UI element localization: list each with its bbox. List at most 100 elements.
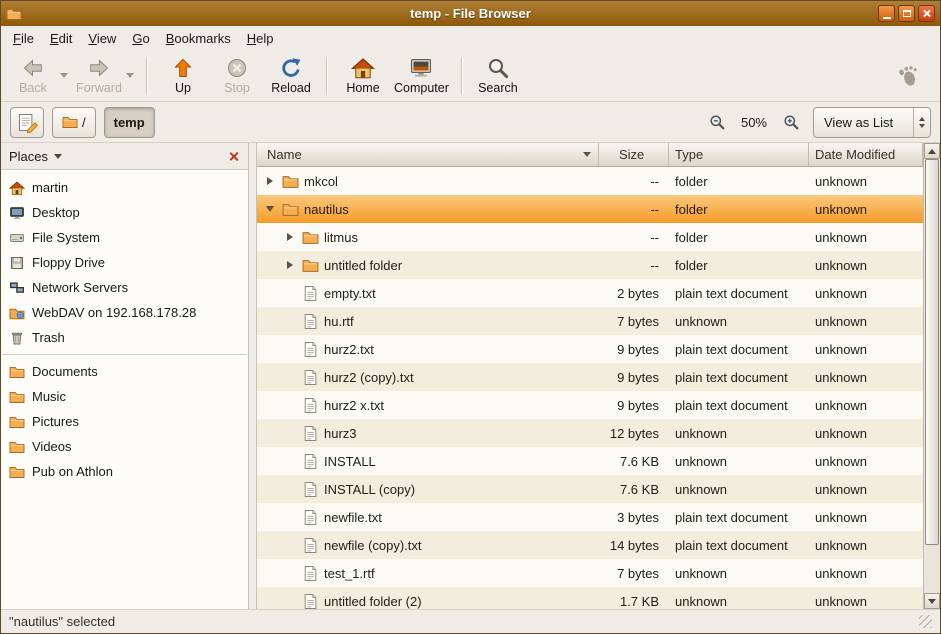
close-button[interactable] (918, 5, 935, 22)
column-header-size-label: Size (619, 147, 644, 162)
scroll-down-button[interactable] (924, 593, 940, 609)
file-row-hurz2-x-txt[interactable]: hurz2 x.txt 9 bytes plain text document … (257, 391, 923, 419)
drive-icon (9, 230, 25, 246)
edit-location-button[interactable] (10, 107, 44, 138)
column-header-type[interactable]: Type (669, 143, 809, 166)
expander-icon[interactable] (263, 177, 277, 185)
file-name-cell: hu.rtf (257, 307, 599, 335)
places-close-button[interactable] (225, 147, 244, 166)
vertical-scrollbar[interactable] (923, 143, 940, 609)
column-header-modified[interactable]: Date Modified (809, 143, 923, 166)
file-size: -- (599, 223, 669, 251)
file-row-install-copy[interactable]: INSTALL (copy) 7.6 KB unknown unknown (257, 475, 923, 503)
zoom-in-button[interactable] (781, 112, 801, 132)
forward-dropdown-icon[interactable] (126, 73, 134, 78)
home-icon (9, 180, 25, 196)
maximize-button[interactable] (898, 5, 915, 22)
scroll-up-button[interactable] (924, 143, 940, 159)
file-row-install[interactable]: INSTALL 7.6 KB unknown unknown (257, 447, 923, 475)
sidebar-item-floppy-drive[interactable]: Floppy Drive (1, 250, 248, 275)
reload-button[interactable]: Reload (265, 54, 317, 97)
sidebar-item-file-system[interactable]: File System (1, 225, 248, 250)
file-size: 9 bytes (599, 363, 669, 391)
file-row-hurz2-txt[interactable]: hurz2.txt 9 bytes plain text document un… (257, 335, 923, 363)
file-row-hurz3[interactable]: hurz3 12 bytes unknown unknown (257, 419, 923, 447)
current-path-button[interactable]: temp (104, 107, 155, 138)
titlebar[interactable]: temp - File Browser (1, 1, 940, 26)
view-mode-select[interactable]: View as List (813, 107, 931, 138)
sidebar-item-desktop[interactable]: Desktop (1, 200, 248, 225)
root-path-button[interactable]: / (52, 107, 96, 138)
forward-button[interactable]: Forward (73, 54, 137, 97)
forward-label: Forward (76, 81, 122, 95)
scrollbar-trough[interactable] (924, 159, 940, 593)
expander-icon[interactable] (283, 261, 297, 269)
search-button[interactable]: Search (472, 54, 524, 97)
menu-edit[interactable]: Edit (42, 26, 80, 50)
stop-icon (225, 56, 249, 80)
folder-icon (9, 414, 25, 430)
sidebar-item-label: Desktop (32, 205, 80, 220)
scroll-down-icon (928, 599, 936, 604)
file-row-nautilus[interactable]: nautilus -- folder unknown (257, 195, 923, 223)
sidebar-item-pub-on-athlon[interactable]: Pub on Athlon (1, 459, 248, 484)
sidebar-item-network-servers[interactable]: Network Servers (1, 275, 248, 300)
view-mode-label: View as List (824, 115, 904, 130)
minimize-icon (883, 17, 891, 19)
sidebar-item-webdav-on-192-168-178-28[interactable]: WebDAV on 192.168.178.28 (1, 300, 248, 325)
file-type: folder (669, 223, 809, 251)
sidebar-item-music[interactable]: Music (1, 384, 248, 409)
sidebar-resize-handle[interactable] (249, 143, 256, 609)
file-row-hurz2-copy-txt[interactable]: hurz2 (copy).txt 9 bytes plain text docu… (257, 363, 923, 391)
home-button[interactable]: Home (337, 54, 389, 97)
reload-icon (279, 56, 303, 80)
sidebar-item-videos[interactable]: Videos (1, 434, 248, 459)
menu-view[interactable]: View (80, 26, 124, 50)
zoom-out-button[interactable] (707, 112, 727, 132)
file-modified: unknown (809, 587, 923, 609)
menu-bookmarks[interactable]: Bookmarks (158, 26, 239, 50)
minimize-button[interactable] (878, 5, 895, 22)
file-row-mkcol[interactable]: mkcol -- folder unknown (257, 167, 923, 195)
file-modified: unknown (809, 279, 923, 307)
file-icon (302, 565, 319, 582)
back-button[interactable]: Back (7, 54, 71, 97)
up-button[interactable]: Up (157, 54, 209, 97)
maximize-icon (903, 10, 911, 17)
sidebar-item-martin[interactable]: martin (1, 175, 248, 200)
sidebar-item-documents[interactable]: Documents (1, 359, 248, 384)
resize-grip[interactable] (919, 615, 932, 628)
stop-button[interactable]: Stop (211, 54, 263, 97)
file-row-litmus[interactable]: litmus -- folder unknown (257, 223, 923, 251)
back-dropdown-icon[interactable] (60, 73, 68, 78)
places-menu-button[interactable]: Places (9, 149, 225, 164)
sidebar-item-trash[interactable]: Trash (1, 325, 248, 350)
expander-icon[interactable] (263, 206, 277, 212)
file-icon (302, 341, 319, 358)
expander-icon[interactable] (283, 233, 297, 241)
column-headers: Name Size Type Date Modified (257, 143, 923, 167)
file-type: unknown (669, 419, 809, 447)
file-row-test-1-rtf[interactable]: test_1.rtf 7 bytes unknown unknown (257, 559, 923, 587)
file-row-hu-rtf[interactable]: hu.rtf 7 bytes unknown unknown (257, 307, 923, 335)
combo-arrows-icon (913, 108, 930, 137)
file-name-cell: hurz2 (copy).txt (257, 363, 599, 391)
file-row-untitled-folder[interactable]: untitled folder -- folder unknown (257, 251, 923, 279)
sidebar-item-pictures[interactable]: Pictures (1, 409, 248, 434)
scrollbar-thumb[interactable] (925, 159, 939, 545)
file-row-newfile-copy-txt[interactable]: newfile (copy).txt 14 bytes plain text d… (257, 531, 923, 559)
column-header-name[interactable]: Name (257, 143, 599, 166)
menu-go[interactable]: Go (124, 26, 157, 50)
menubar: File Edit View Go Bookmarks Help (1, 26, 940, 50)
column-header-size[interactable]: Size (599, 143, 669, 166)
sidebar-item-label: WebDAV on 192.168.178.28 (32, 305, 196, 320)
file-row-empty-txt[interactable]: empty.txt 2 bytes plain text document un… (257, 279, 923, 307)
menu-help[interactable]: Help (239, 26, 282, 50)
file-row-untitled-folder-2[interactable]: untitled folder (2) 1.7 KB unknown unkno… (257, 587, 923, 609)
sidebar-item-label: Pictures (32, 414, 79, 429)
menu-file[interactable]: File (5, 26, 42, 50)
file-icon (302, 453, 319, 470)
computer-button[interactable]: Computer (391, 54, 452, 97)
file-type: folder (669, 195, 809, 223)
file-row-newfile-txt[interactable]: newfile.txt 3 bytes plain text document … (257, 503, 923, 531)
